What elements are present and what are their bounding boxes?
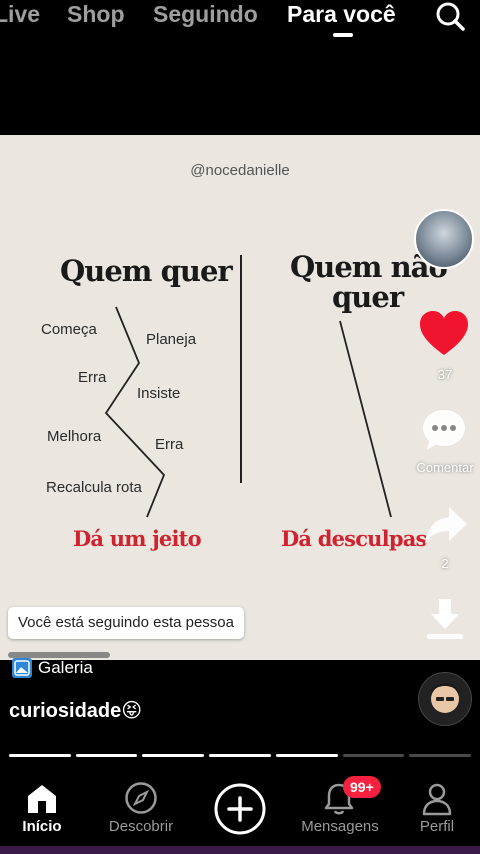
- tab-following[interactable]: Seguindo: [153, 0, 258, 28]
- messages-badge: 99+: [343, 776, 381, 798]
- search-button[interactable]: [430, 0, 470, 32]
- word-insiste: Insiste: [137, 385, 181, 402]
- heart-icon: [420, 311, 468, 355]
- word-planeja: Planeja: [146, 331, 197, 348]
- progress-segment: [409, 754, 472, 757]
- post-image[interactable]: @nocedanielle Quem quer Quem não quer Co…: [0, 135, 480, 660]
- word-recalcula-rota: Recalcula rota: [46, 479, 142, 496]
- word-erra-1: Erra: [78, 369, 107, 386]
- gallery-icon: [12, 658, 32, 678]
- share-count: 2: [441, 556, 449, 571]
- music-avatar-icon: [431, 683, 459, 713]
- tab-shop[interactable]: Shop: [67, 0, 125, 28]
- word-comeca: Começa: [41, 321, 97, 338]
- compass-icon: [125, 782, 157, 814]
- gallery-label: Galeria: [38, 658, 93, 677]
- music-disc[interactable]: [418, 672, 472, 726]
- progress-segment: [275, 754, 338, 757]
- create-button[interactable]: [214, 770, 266, 840]
- diagram-lines: [104, 255, 392, 518]
- comment-label: Comentar: [416, 460, 474, 475]
- tab-live[interactable]: Live: [0, 0, 40, 28]
- nav-home-label: Início: [22, 818, 62, 835]
- top-tabs: Live Shop Seguindo Para você: [0, 0, 480, 40]
- right-result: Dá desculpas: [281, 526, 427, 551]
- search-icon: [436, 2, 465, 31]
- nav-messages-label: Mensagens: [301, 818, 379, 835]
- progress-segment: [209, 754, 271, 757]
- plus-icon: [214, 783, 266, 835]
- like-button[interactable]: [418, 310, 470, 358]
- progress-segment: [142, 754, 205, 757]
- left-result: Dá um jeito: [73, 526, 202, 551]
- carousel-progress: [9, 754, 472, 758]
- active-tab-indicator: [333, 33, 353, 37]
- profile-icon: [422, 783, 452, 816]
- like-count: 37: [437, 367, 453, 382]
- download-button[interactable]: [425, 597, 465, 643]
- nav-home[interactable]: Início: [17, 770, 67, 840]
- word-erra-2: Erra: [155, 436, 184, 453]
- share-button[interactable]: [423, 505, 469, 547]
- gallery-tag[interactable]: Galeria: [12, 657, 93, 679]
- progress-segment: [75, 754, 138, 757]
- bottom-nav: Início Descobrir Mensagens Perfil: [0, 770, 480, 854]
- post-caption[interactable]: curiosidade😝: [9, 698, 142, 723]
- share-arrow-icon: [425, 507, 467, 545]
- nav-discover-label: Descobrir: [108, 818, 174, 835]
- following-toast: Você está seguindo esta pessoa: [8, 607, 244, 639]
- nav-discover[interactable]: Descobrir: [105, 770, 177, 840]
- home-icon: [28, 785, 56, 813]
- nav-profile-label: Perfil: [419, 818, 455, 835]
- creator-avatar[interactable]: [414, 209, 474, 269]
- progress-segment: [9, 754, 71, 757]
- tab-for-you[interactable]: Para você: [287, 0, 396, 28]
- comment-button[interactable]: [421, 407, 467, 453]
- nav-profile[interactable]: Perfil: [412, 770, 462, 840]
- download-icon: [427, 599, 463, 639]
- comment-icon: [423, 410, 465, 450]
- word-melhora: Melhora: [47, 428, 102, 445]
- progress-segment: [342, 754, 405, 757]
- bottom-strip: [0, 846, 480, 854]
